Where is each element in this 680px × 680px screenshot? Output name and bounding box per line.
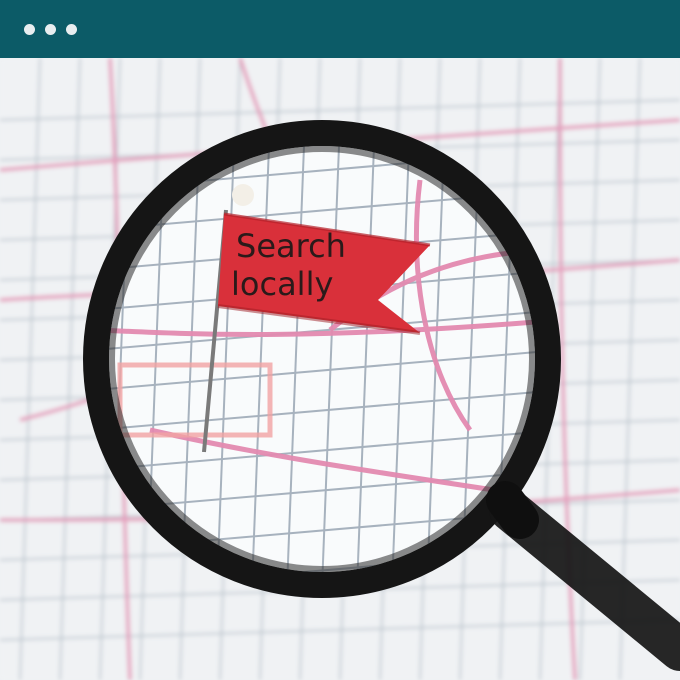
- window-dot-2[interactable]: [45, 24, 56, 35]
- window-controls: [24, 24, 77, 35]
- flag-text: Search locally: [231, 227, 346, 303]
- flag-line-1: Search: [236, 227, 346, 265]
- window-dot-1[interactable]: [24, 24, 35, 35]
- window-dot-3[interactable]: [66, 24, 77, 35]
- flag-line-2: locally: [231, 265, 333, 303]
- top-bar: [0, 0, 680, 58]
- map-magnifier-scene: Search locally: [0, 58, 680, 680]
